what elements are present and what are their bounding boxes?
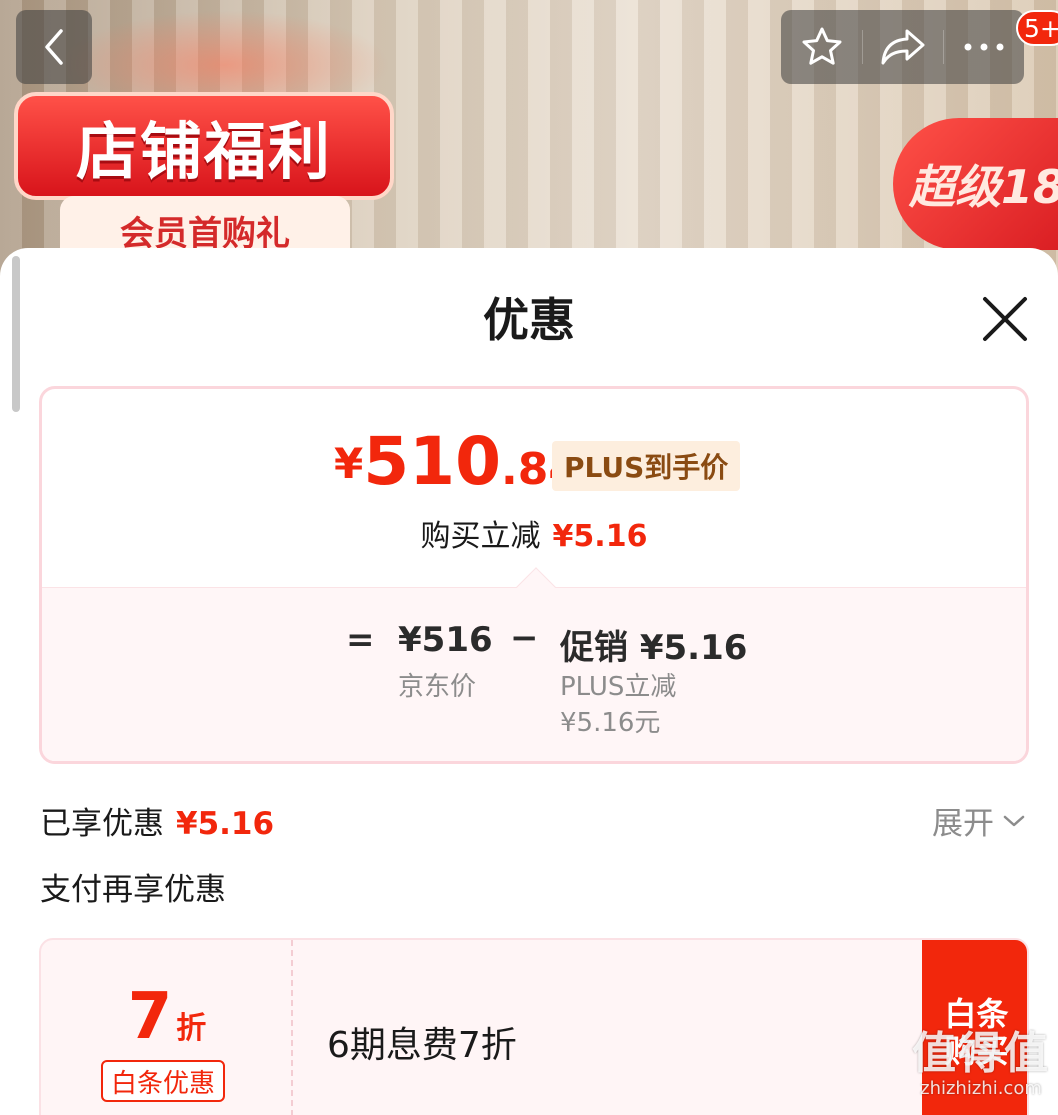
coupon-discount: 7折 <box>41 980 293 1054</box>
promo-text: 超级18 <box>909 160 1058 214</box>
instant-discount-label: 购买立减 <box>420 519 541 554</box>
enjoyed-discount-row: 已享优惠 ¥5.16 <box>40 798 274 843</box>
price-breakdown-card: ¥510.84 PLUS到手价 购买立减 ¥5.16 = ¥516 京东价 − 促… <box>39 386 1029 764</box>
watermark-logo: 值得值 zhizhizhi.com <box>906 1028 1056 1110</box>
share-button[interactable] <box>862 10 943 84</box>
chevron-down-icon <box>1003 815 1025 826</box>
discount-sheet: 优惠 ¥510.84 PLUS到手价 购买立减 ¥5.16 = ¥516 京东价 … <box>0 248 1058 1115</box>
baitiao-coupon-card[interactable]: 7折 白条优惠 6期息费7折 白条 购买 <box>39 938 1029 1115</box>
final-price-integer: 510 <box>363 423 502 500</box>
shop-welfare-title: 店铺福利 <box>75 115 332 188</box>
currency-symbol: ¥ <box>334 439 364 488</box>
promo-detail: ¥5.16元 <box>560 708 661 738</box>
star-icon <box>802 27 841 65</box>
close-button[interactable] <box>978 292 1032 346</box>
coupon-discount-number: 7 <box>127 980 173 1054</box>
top-action-group <box>781 10 1024 84</box>
coupon-discount-section: 7折 白条优惠 <box>41 940 293 1115</box>
enjoyed-discount-amount: ¥5.16 <box>176 806 275 842</box>
back-chevron-icon <box>45 29 63 65</box>
more-button[interactable] <box>943 10 1024 84</box>
close-icon <box>983 297 1027 341</box>
promo-value: 促销 ¥5.16 <box>560 628 748 668</box>
instant-discount-line: 购买立减 ¥5.16 <box>42 511 1026 555</box>
shop-welfare-card: 店铺福利 <box>14 92 394 200</box>
price-summary: ¥510.84 PLUS到手价 购买立减 ¥5.16 <box>42 389 1026 587</box>
plus-price-tag: PLUS到手价 <box>552 441 741 491</box>
sheet-title: 优惠 <box>483 293 575 347</box>
instant-discount-amount: ¥5.16 <box>552 519 648 554</box>
enjoyed-discount-label: 已享优惠 <box>40 806 164 842</box>
expand-button[interactable]: 展开 <box>932 798 1026 843</box>
more-icon <box>964 43 1003 51</box>
message-badge: 5+ <box>1016 10 1058 46</box>
coupon-description: 6期息费7折 <box>327 1025 517 1066</box>
jd-price-value: ¥516 <box>398 620 493 660</box>
jd-price-label: 京东价 <box>398 672 477 702</box>
final-price: ¥510.84 <box>334 429 579 495</box>
pay-more-heading: 支付再享优惠 <box>40 872 226 908</box>
watermark-url: zhizhizhi.com <box>920 1078 1042 1100</box>
share-icon <box>881 29 924 65</box>
minus-sign: − <box>510 618 539 658</box>
expand-label: 展开 <box>932 806 994 842</box>
coupon-discount-unit: 折 <box>176 1011 207 1046</box>
promo-pill: 超级18 <box>893 118 1058 250</box>
coupon-type-tag: 白条优惠 <box>101 1060 226 1102</box>
promo-label: PLUS立减 <box>560 672 677 702</box>
back-button[interactable] <box>16 10 92 84</box>
equals-sign: = <box>346 620 375 660</box>
favorite-button[interactable] <box>781 10 862 84</box>
price-formula: = ¥516 京东价 − 促销 ¥5.16 PLUS立减 ¥5.16元 <box>42 567 1026 761</box>
watermark-main: 值得值 <box>912 1028 1050 1079</box>
